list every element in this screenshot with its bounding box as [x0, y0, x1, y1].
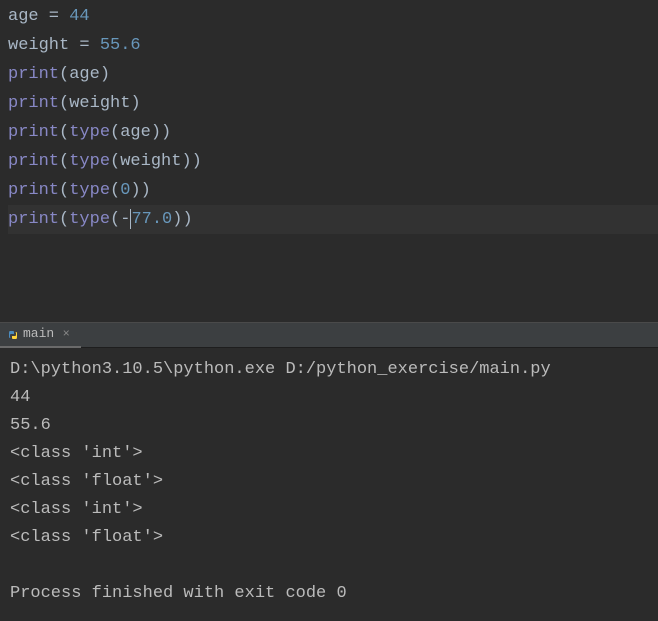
- token-paren: (: [59, 94, 69, 113]
- token-operator: =: [39, 7, 70, 26]
- token-paren: (: [110, 181, 120, 200]
- token-paren: (: [59, 65, 69, 84]
- token-builtin: print: [8, 65, 59, 84]
- token-paren: (: [59, 152, 69, 171]
- token-number: 77.0: [131, 210, 172, 229]
- token-builtin: type: [69, 152, 110, 171]
- console-line-9: Process finished with exit code 0: [10, 580, 648, 608]
- code-line-7[interactable]: print(type(0)): [8, 176, 658, 205]
- token-identifier: age: [8, 7, 39, 26]
- token-builtin: print: [8, 152, 59, 171]
- token-builtin: print: [8, 181, 59, 200]
- console-line-5: <class 'float'>: [10, 468, 648, 496]
- token-paren: )): [181, 152, 201, 171]
- python-icon: [8, 330, 18, 340]
- token-identifier: weight: [120, 152, 181, 171]
- token-number: 55.6: [100, 36, 141, 55]
- token-paren: )): [130, 181, 150, 200]
- run-tab-bar: main ×: [0, 322, 658, 348]
- token-paren: (-: [110, 210, 130, 229]
- console-line-8: [10, 552, 648, 580]
- run-tab-main[interactable]: main ×: [0, 324, 81, 348]
- console-line-6: <class 'int'>: [10, 496, 648, 524]
- tab-label: main: [23, 323, 54, 345]
- token-builtin: print: [8, 123, 59, 142]
- token-operator: =: [69, 36, 100, 55]
- token-paren: (: [59, 181, 69, 200]
- code-line-5[interactable]: print(type(age)): [8, 118, 658, 147]
- token-builtin: print: [8, 94, 59, 113]
- token-paren: )): [151, 123, 171, 142]
- token-paren: (: [110, 123, 120, 142]
- console-line-3: 55.6: [10, 412, 648, 440]
- code-line-2[interactable]: weight = 55.6: [8, 31, 658, 60]
- code-editor[interactable]: age = 44weight = 55.6print(age)print(wei…: [0, 0, 658, 322]
- code-line-1[interactable]: age = 44: [8, 2, 658, 31]
- token-number: 44: [69, 7, 89, 26]
- console-output[interactable]: D:\python3.10.5\python.exe D:/python_exe…: [0, 348, 658, 621]
- console-line-2: 44: [10, 384, 648, 412]
- token-paren: ): [130, 94, 140, 113]
- token-paren: ): [100, 65, 110, 84]
- console-line-7: <class 'float'>: [10, 524, 648, 552]
- code-line-6[interactable]: print(type(weight)): [8, 147, 658, 176]
- token-paren: (: [110, 152, 120, 171]
- code-line-3[interactable]: print(age): [8, 60, 658, 89]
- token-identifier: weight: [69, 94, 130, 113]
- token-identifier: weight: [8, 36, 69, 55]
- token-identifier: age: [69, 65, 100, 84]
- close-icon[interactable]: ×: [59, 328, 73, 342]
- token-identifier: age: [120, 123, 151, 142]
- token-builtin: type: [69, 181, 110, 200]
- console-line-4: <class 'int'>: [10, 440, 648, 468]
- token-paren: )): [172, 210, 192, 229]
- code-line-8[interactable]: print(type(-77.0)): [8, 205, 658, 234]
- token-paren: (: [59, 123, 69, 142]
- token-paren: (: [59, 210, 69, 229]
- code-line-4[interactable]: print(weight): [8, 89, 658, 118]
- token-number: 0: [120, 181, 130, 200]
- token-builtin: type: [69, 210, 110, 229]
- console-line-1: D:\python3.10.5\python.exe D:/python_exe…: [10, 356, 648, 384]
- token-builtin: print: [8, 210, 59, 229]
- token-builtin: type: [69, 123, 110, 142]
